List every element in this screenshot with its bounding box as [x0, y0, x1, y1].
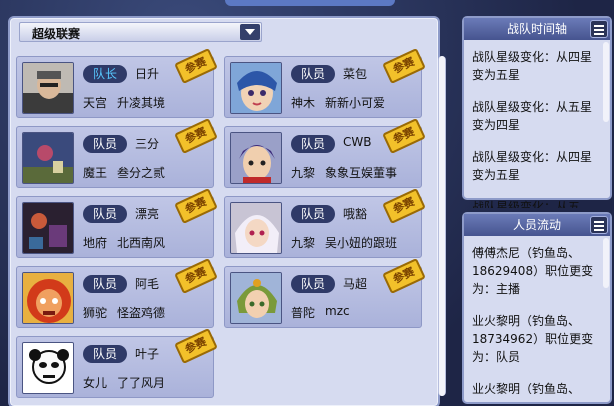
player-nickname: 象象互娱董事	[325, 166, 398, 180]
participate-stamp: 参赛	[382, 118, 426, 154]
avatar	[22, 342, 74, 394]
participate-stamp: 参赛	[382, 258, 426, 294]
personnel-entry: 业火黎明（钓鱼岛、	[472, 382, 581, 394]
member-list-scrollbar[interactable]	[438, 56, 446, 396]
participate-stamp: 参赛	[174, 118, 218, 154]
player-nickname: 了了风月	[117, 376, 166, 390]
member-card[interactable]: 队员 哦豁 九黎 吴小妞的跟班 参赛	[224, 188, 426, 258]
avatar-dark-scene-icon	[23, 133, 73, 183]
member-card[interactable]: 队员 漂亮 地府 北西南风 参赛	[16, 188, 218, 258]
avatar-old-man-icon	[23, 63, 73, 113]
role-badge: 队员	[83, 275, 127, 293]
personnel-entry: 傅傅杰尼（钓鱼岛、18629408）职位更变为：主播	[472, 246, 594, 296]
avatar	[230, 202, 282, 254]
player-nickname: 新新小可爱	[325, 96, 386, 110]
role-badge: 队员	[291, 275, 335, 293]
member-card[interactable]: 队员 叶子 女儿 了了风月 参赛	[16, 328, 218, 398]
player-realm: 狮驼	[83, 306, 108, 320]
player-name: 哦豁	[343, 207, 368, 221]
personnel-flow-panel: 人员流动 傅傅杰尼（钓鱼岛、18629408）职位更变为：主播 业火黎明（钓鱼岛…	[462, 212, 612, 404]
participate-stamp: 参赛	[382, 48, 426, 84]
role-badge: 队长	[83, 65, 127, 83]
player-name: 菜包	[343, 67, 368, 81]
top-tab-indicator	[225, 0, 395, 6]
player-realm: 神木	[291, 96, 316, 110]
timeline-entry: 战队星级变化：从五	[472, 200, 581, 208]
participate-stamp: 参赛	[174, 48, 218, 84]
role-badge: 队员	[291, 135, 335, 153]
member-card[interactable]: 队长 日升 天宫 升凌其境 参赛	[16, 48, 218, 118]
timeline-entry: 战队星级变化：从五星变为四星	[472, 100, 593, 132]
member-card[interactable]: 队员 三分 魔王 叁分之贰 参赛	[16, 118, 218, 188]
team-timeline-panel: 战队时间轴 战队星级变化：从四星变为五星 战队星级变化：从五星变为四星 战队星级…	[462, 16, 612, 208]
team-members-panel: 超级联赛 队长 日升 天宫 升凌其境 参赛 队员 菜包 神木 新新小可爱 参赛 …	[8, 16, 446, 406]
player-name: 阿毛	[135, 277, 160, 291]
timeline-title: 战队时间轴	[464, 18, 610, 40]
player-name: 日升	[135, 67, 160, 81]
league-dropdown-value: 超级联赛	[32, 27, 81, 41]
participate-stamp: 参赛	[174, 258, 218, 294]
timeline-entry: 战队星级变化：从四星变为五星	[472, 50, 593, 82]
avatar-blue-hair-girl-icon	[231, 63, 281, 113]
member-card[interactable]: 队员 菜包 神木 新新小可爱 参赛	[224, 48, 426, 118]
avatar	[230, 62, 282, 114]
player-realm: 天宫	[83, 96, 108, 110]
role-badge: 队员	[291, 65, 335, 83]
avatar	[22, 132, 74, 184]
participate-stamp: 参赛	[174, 328, 218, 364]
member-card[interactable]: 队员 CWB 九黎 象象互娱董事 参赛	[224, 118, 426, 188]
menu-icon[interactable]	[590, 216, 608, 234]
player-name: 三分	[135, 137, 160, 151]
player-name: 马超	[343, 277, 368, 291]
player-realm: 普陀	[291, 306, 316, 320]
avatar-green-hair-girl-icon	[231, 273, 281, 323]
player-name: 叶子	[135, 347, 160, 361]
player-realm: 魔王	[83, 166, 108, 180]
player-nickname: 升凌其境	[117, 96, 166, 110]
avatar	[230, 272, 282, 324]
timeline-entries: 战队星级变化：从四星变为五星 战队星级变化：从五星变为四星 战队星级变化：从四星…	[472, 48, 600, 222]
participate-stamp: 参赛	[382, 188, 426, 224]
personnel-entry: 业火黎明（钓鱼岛、18734962）职位更变为：队员	[472, 314, 594, 364]
avatar	[22, 272, 74, 324]
timeline-scrollbar[interactable]	[603, 42, 609, 122]
role-badge: 队员	[83, 345, 127, 363]
avatar	[230, 132, 282, 184]
avatar-demon-scene-icon	[23, 203, 73, 253]
avatar	[22, 202, 74, 254]
member-card[interactable]: 队员 马超 普陀 mzc 参赛	[224, 258, 426, 328]
player-realm: 九黎	[291, 166, 316, 180]
role-badge: 队员	[83, 205, 127, 223]
player-realm: 地府	[83, 236, 108, 250]
player-realm: 九黎	[291, 236, 316, 250]
member-grid: 队长 日升 天宫 升凌其境 参赛 队员 菜包 神木 新新小可爱 参赛 队员 三分…	[16, 48, 426, 406]
participate-stamp: 参赛	[174, 188, 218, 224]
player-nickname: 吴小妞的跟班	[325, 236, 398, 250]
player-name: 漂亮	[135, 207, 160, 221]
player-name: CWB	[343, 135, 372, 149]
player-realm: 女儿	[83, 376, 108, 390]
avatar-panda-meme-icon	[23, 343, 73, 393]
avatar-purple-hair-boy-icon	[231, 133, 281, 183]
scrollbar-thumb[interactable]	[439, 56, 445, 396]
menu-icon[interactable]	[590, 20, 608, 38]
avatar-white-hair-girl-icon	[231, 203, 281, 253]
avatar	[22, 62, 74, 114]
timeline-entry: 战队星级变化：从四星变为五星	[472, 150, 593, 182]
personnel-entries: 傅傅杰尼（钓鱼岛、18629408）职位更变为：主播 业火黎明（钓鱼岛、1873…	[472, 244, 600, 406]
role-badge: 队员	[291, 205, 335, 223]
player-nickname: 怪盗鸡德	[117, 306, 166, 320]
member-card[interactable]: 队员 阿毛 狮驼 怪盗鸡德 参赛	[16, 258, 218, 328]
avatar-lion-demon-icon	[23, 273, 73, 323]
chevron-down-icon[interactable]	[240, 24, 260, 40]
player-nickname: 叁分之贰	[117, 166, 166, 180]
personnel-title: 人员流动	[464, 214, 610, 236]
league-dropdown[interactable]: 超级联赛	[19, 22, 262, 42]
personnel-scrollbar[interactable]	[603, 238, 609, 288]
role-badge: 队员	[83, 135, 127, 153]
player-nickname: 北西南风	[117, 236, 166, 250]
player-nickname: mzc	[325, 304, 350, 318]
